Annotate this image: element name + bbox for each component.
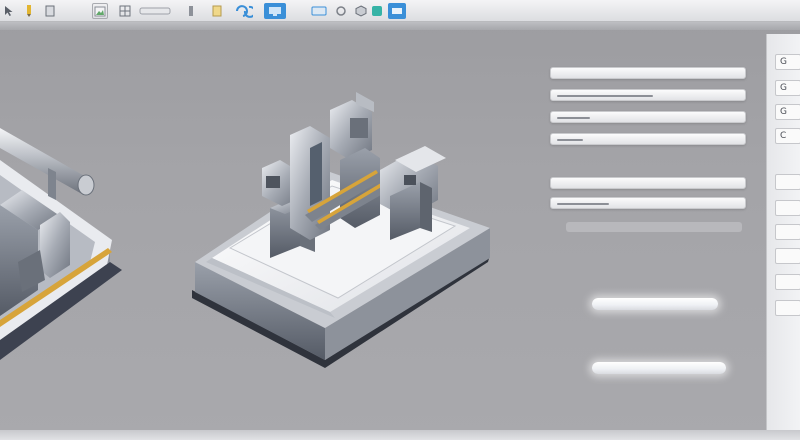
grid-icon[interactable] <box>118 3 132 19</box>
monitor-icon[interactable] <box>264 3 286 19</box>
side-item-8[interactable] <box>775 248 800 264</box>
property-slider-2[interactable] <box>550 89 746 101</box>
orbit-icon[interactable] <box>334 3 348 19</box>
property-slider-5[interactable] <box>550 177 746 189</box>
side-item-5[interactable] <box>775 174 800 190</box>
slider-fill <box>557 117 590 119</box>
main-fixture-model[interactable] <box>192 92 490 368</box>
image-icon[interactable] <box>92 3 108 19</box>
toolbar-divider <box>0 22 800 30</box>
slider-fill <box>557 203 609 205</box>
property-slider-6[interactable] <box>550 197 746 209</box>
side-item-3[interactable]: G <box>775 104 800 120</box>
side-item-1[interactable]: G <box>775 54 800 70</box>
layers-icon[interactable] <box>44 3 56 19</box>
disabled-slider <box>566 222 742 232</box>
pencil-icon[interactable] <box>22 3 36 19</box>
render-icon[interactable] <box>370 3 384 19</box>
property-slider-1[interactable] <box>550 67 746 79</box>
file-icon[interactable] <box>210 3 224 19</box>
side-item-6[interactable] <box>775 200 800 216</box>
side-item-10[interactable] <box>775 300 800 316</box>
side-item-9[interactable] <box>775 274 800 290</box>
status-bar <box>0 430 800 440</box>
rotate-icon[interactable] <box>232 3 254 19</box>
cube-icon[interactable] <box>354 3 368 19</box>
slider-fill <box>557 95 653 97</box>
cursor-icon[interactable] <box>2 3 16 19</box>
display-icon[interactable] <box>310 3 328 19</box>
window-icon[interactable] <box>138 3 172 19</box>
slider-fill <box>557 139 583 141</box>
main-toolbar <box>0 0 800 22</box>
side-panel: G G G C <box>766 34 800 434</box>
side-item-7[interactable] <box>775 224 800 240</box>
side-item-2[interactable]: G <box>775 80 800 96</box>
property-slider-4[interactable] <box>550 133 746 145</box>
pin-icon[interactable] <box>186 3 196 19</box>
highlight-bar-2[interactable] <box>592 362 726 374</box>
view-icon[interactable] <box>388 3 406 19</box>
left-fixture-model[interactable] <box>0 128 122 360</box>
highlight-bar-1[interactable] <box>592 298 718 310</box>
property-slider-3[interactable] <box>550 111 746 123</box>
side-item-4[interactable]: C <box>775 128 800 144</box>
